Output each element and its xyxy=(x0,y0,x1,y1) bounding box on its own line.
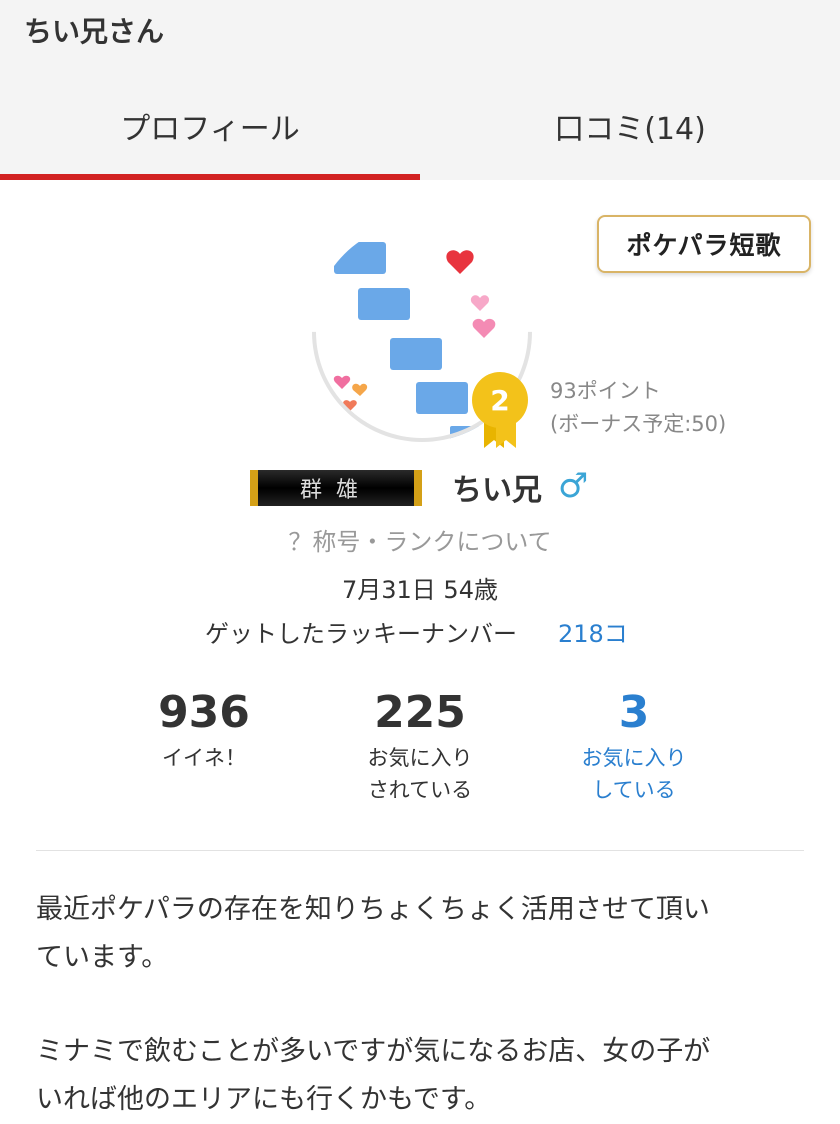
page-title: ちい兄さん xyxy=(24,15,165,48)
bio-paragraph-1: 最近ポケパラの存在を知りちょくちょく活用させて頂い ています。 xyxy=(36,886,806,982)
likes-count: 936 xyxy=(158,687,250,738)
bio-line: 最近ポケパラの存在を知りちょくちょく活用させて頂い xyxy=(36,894,710,925)
male-gender-icon: ♂ xyxy=(558,466,589,506)
favoriting-label-line2[interactable]: している xyxy=(534,774,734,806)
tab-profile[interactable]: プロフィール xyxy=(0,104,420,148)
points-value: 93ポイント xyxy=(550,379,661,403)
rank-medal-icon: 2 xyxy=(470,370,530,450)
bio-line: ミナミで飲むことが多いですが気になるお店、女の子が xyxy=(36,1036,711,1067)
favoriting-label-line1[interactable]: お気に入り xyxy=(534,742,734,774)
username: ちい兄 xyxy=(452,473,542,508)
likes-label: イイネ！ xyxy=(162,746,246,770)
bio-paragraph-2: ミナミで飲むことが多いですが気になるお店、女の子が いれば他のエリアにも行くかも… xyxy=(36,1028,806,1124)
lucky-number-label: ゲットしたラッキーナンバー xyxy=(205,620,517,648)
bio-line: ています。 xyxy=(36,942,169,973)
divider xyxy=(36,850,804,851)
title-plate: 群雄 xyxy=(250,470,422,506)
active-tab-indicator xyxy=(0,174,420,180)
bonus-points: (ボーナス予定:50) xyxy=(550,412,727,436)
favorited-by-label: お気に入り されている xyxy=(320,742,520,806)
stat-likes: 936 イイネ！ xyxy=(104,686,304,774)
favorited-by-label-line2: されている xyxy=(367,778,473,802)
header-bar: ちい兄さん プロフィール 口コミ(14) xyxy=(0,0,840,180)
rank-number: 2 xyxy=(490,384,509,417)
stat-favorited-by: 225 お気に入り されている xyxy=(320,686,520,806)
rank-info-link[interactable]: ？称号・ランクについて xyxy=(0,522,840,557)
stat-favoriting[interactable]: 3 お気に入り している xyxy=(534,686,734,806)
pokepara-tanka-button[interactable]: ポケパラ短歌 xyxy=(597,215,811,273)
favorited-by-count: 225 xyxy=(374,687,466,738)
lucky-number-count[interactable]: 218コ xyxy=(558,614,628,649)
favoriting-label[interactable]: お気に入り している xyxy=(534,742,734,806)
favoriting-count[interactable]: 3 xyxy=(534,686,734,740)
tab-reviews[interactable]: 口コミ(14) xyxy=(420,104,840,148)
avatar-ring xyxy=(266,176,578,488)
bio-line: いれば他のエリアにも行くかもです。 xyxy=(36,1084,492,1115)
points-info: 93ポイント (ボーナス予定:50) xyxy=(550,375,726,441)
birthday-age: 7月31日 54歳 xyxy=(342,576,498,604)
favorited-by-label-line1: お気に入り xyxy=(367,746,473,770)
